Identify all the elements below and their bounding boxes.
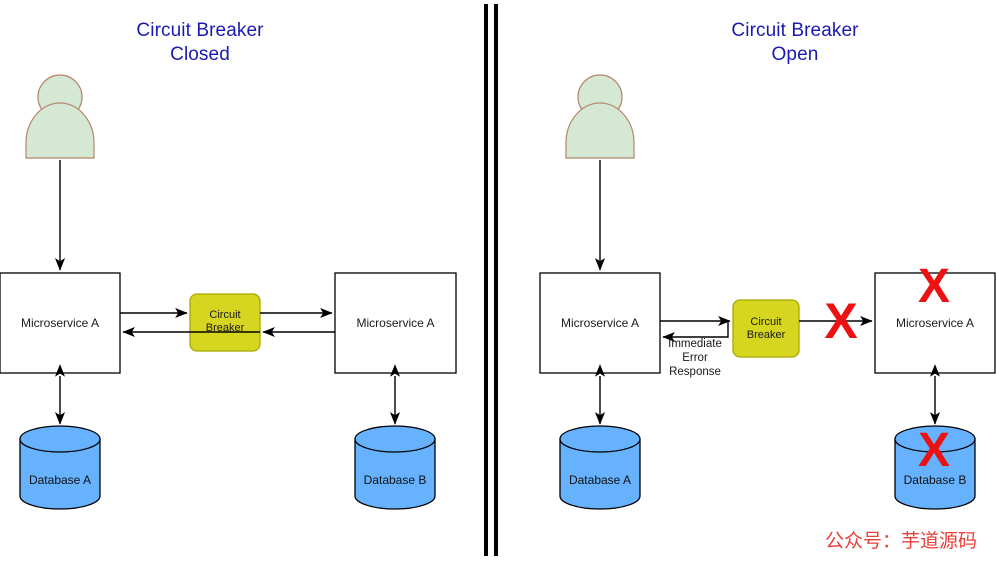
left-service-box: [0, 272, 121, 374]
edge-immediate-error-return: [662, 321, 729, 343]
panel-title-open: Circuit Breaker Open: [731, 20, 859, 65]
x-right-db-icon: X: [917, 424, 950, 477]
panel-closed-graphics: [0, 74, 457, 510]
diagram-vector-layer: [0, 4, 996, 556]
user-actor-icon-open: [565, 74, 635, 159]
x-breaker-to-service-icon: X: [824, 293, 858, 349]
left-db-cylinder-open: [559, 425, 641, 510]
user-actor-icon: [25, 74, 95, 159]
diagram-canvas: Circuit Breaker Closed Circuit Breaker O…: [0, 0, 996, 562]
left-service-box-open: [539, 272, 661, 374]
left-db-cylinder: [19, 425, 101, 510]
right-db-cylinder: [354, 425, 436, 510]
breaker-box-open: [732, 299, 800, 358]
panel-title-closed: Circuit Breaker Closed: [136, 20, 264, 65]
x-right-service-icon: X: [917, 260, 950, 313]
panel-divider: [484, 4, 498, 556]
immediate-error-response-label: Immediate Error Response: [668, 338, 722, 378]
breaker-box: [189, 293, 261, 352]
right-service-box: [334, 272, 457, 374]
watermark-text: 公众号：芋道源码: [825, 530, 978, 552]
